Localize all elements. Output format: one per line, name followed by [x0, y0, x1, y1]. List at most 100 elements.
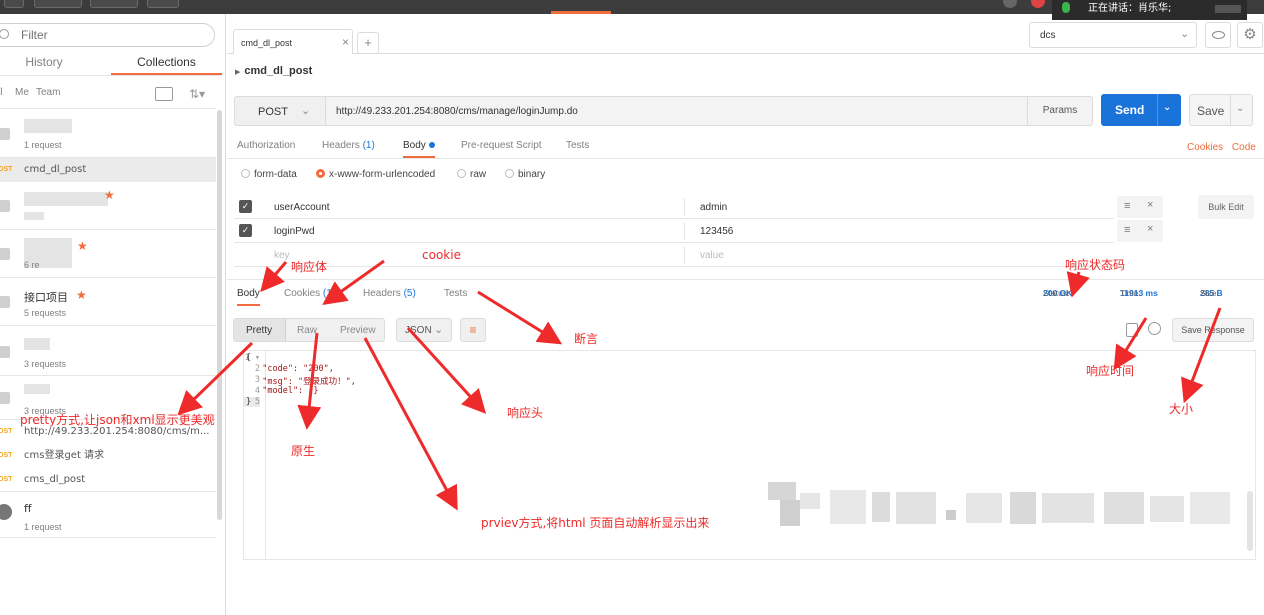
blurred-count	[24, 212, 44, 220]
url-input[interactable]: http://49.233.201.254:8080/cms/manage/lo…	[326, 96, 1028, 126]
radio-urlencoded[interactable]: x-www-form-urlencoded	[316, 169, 435, 180]
code-line: "code": "200",	[252, 364, 334, 374]
tab-response-tests[interactable]: Tests	[444, 284, 467, 306]
tab-tests[interactable]: Tests	[566, 136, 589, 158]
radio-binary[interactable]: binary	[505, 169, 545, 180]
copy-icon[interactable]	[1126, 323, 1138, 337]
sync-icon[interactable]	[1003, 0, 1017, 8]
new-collection-icon[interactable]	[155, 87, 173, 101]
tab-pre-request-script[interactable]: Pre-request Script	[461, 136, 542, 158]
chevron-down-icon[interactable]: ⌄	[1236, 103, 1244, 114]
star-icon[interactable]: ★	[76, 288, 87, 302]
menu-button[interactable]	[4, 0, 24, 8]
environment-quick-look-button[interactable]	[1205, 22, 1231, 48]
collection-list: 1 request OST cmd_dl_post ★ ★ 6 re 接口项目 …	[0, 110, 216, 538]
radio-form-data[interactable]: form-data	[241, 169, 297, 180]
editor-scrollbar[interactable]	[1247, 491, 1253, 551]
app-top-bar: 正在讲话：肖乐华;	[0, 0, 1264, 20]
cookies-link[interactable]: Cookies	[1187, 142, 1223, 153]
collection-item[interactable]: 3 requests	[0, 326, 216, 376]
collection-item[interactable]: ★	[0, 182, 216, 230]
tab-collections[interactable]: Collections	[111, 51, 222, 75]
method-badge: OST	[0, 166, 13, 173]
cookies-code-links: Cookies Code	[1187, 142, 1256, 153]
new-key-input[interactable]: key	[274, 250, 290, 261]
collection-item[interactable]: ★ 6 re	[0, 230, 216, 278]
filter-box[interactable]	[0, 23, 215, 47]
tab-headers[interactable]: Headers (1)	[322, 136, 375, 158]
param-value[interactable]: 123456	[700, 226, 733, 237]
folder-icon	[0, 392, 10, 404]
notification-icon[interactable]	[1031, 0, 1045, 8]
view-raw[interactable]: Raw	[297, 325, 317, 336]
format-value: JSON	[405, 325, 432, 336]
tab-authorization[interactable]: Authorization	[237, 136, 295, 158]
tab-history[interactable]: History	[0, 51, 88, 75]
star-icon[interactable]: ★	[77, 239, 88, 253]
tab-response-headers[interactable]: Headers (5)	[363, 284, 416, 306]
drag-handle-icon[interactable]: ≡	[1124, 200, 1130, 212]
param-row: ✓ loginPwd 123456	[234, 219, 1114, 243]
add-tab-button[interactable]: +	[357, 32, 379, 54]
param-key[interactable]: userAccount	[274, 202, 330, 213]
environment-select[interactable]: dcs ⌄	[1029, 22, 1197, 48]
request-item[interactable]: OST cms登录get 请求	[0, 444, 216, 468]
star-icon[interactable]: ★	[104, 188, 115, 202]
search-icon	[0, 29, 9, 39]
sort-icon[interactable]: ⇅▾	[189, 87, 207, 101]
collection-item-ff[interactable]: ff 1 request	[0, 492, 216, 538]
new-button[interactable]	[34, 0, 82, 8]
chevron-down-icon[interactable]: ⌄	[1163, 102, 1171, 113]
method-badge: OST	[0, 452, 13, 459]
request-title[interactable]: ▶ cmd_dl_post	[235, 65, 312, 77]
request-item[interactable]: OST cms_dl_post	[0, 468, 216, 492]
param-row-actions: ≡ ×	[1117, 196, 1163, 218]
drag-handle-icon[interactable]: ≡	[1124, 224, 1130, 236]
collection-item-interface-project[interactable]: 接口项目 ★ 5 requests	[0, 278, 216, 326]
wrap-lines-button[interactable]: ≡	[460, 318, 486, 342]
scope-team[interactable]: Team	[36, 87, 60, 98]
close-icon[interactable]: ×	[1147, 199, 1153, 211]
filter-input[interactable]	[21, 27, 201, 43]
view-preview[interactable]: Preview	[340, 325, 376, 336]
param-checkbox[interactable]: ✓	[239, 224, 252, 237]
save-button[interactable]: Save ⌄	[1189, 94, 1253, 126]
tab-response-body[interactable]: Body	[237, 284, 260, 306]
tab-body[interactable]: Body	[403, 136, 435, 158]
import-button[interactable]	[90, 0, 138, 8]
param-value[interactable]: admin	[700, 202, 727, 213]
save-response-button[interactable]: Save Response	[1172, 318, 1254, 342]
annotation-body: 响应体	[291, 260, 328, 274]
tab-cmd-dl-post[interactable]: cmd_dl_post ×	[233, 29, 353, 54]
param-row: ✓ userAccount admin	[234, 195, 1114, 219]
new-value-input[interactable]: value	[700, 250, 724, 261]
divider	[684, 246, 685, 264]
radio-raw[interactable]: raw	[457, 169, 486, 180]
scope-all[interactable]: ll	[0, 87, 2, 98]
annotation-cookie: cookie	[422, 248, 461, 262]
request-item-cmd-dl-post[interactable]: OST cmd_dl_post	[0, 158, 216, 182]
settings-button[interactable]: ⚙	[1237, 22, 1263, 48]
format-select[interactable]: JSON ⌄	[396, 318, 452, 342]
param-checkbox[interactable]: ✓	[239, 200, 252, 213]
response-subtabs: Body Cookies (1) Headers (5) Tests	[227, 284, 1264, 306]
response-body-editor[interactable]: 1 ▾ 2 3 4 5 { "code": "200", "msg": "登录成…	[243, 350, 1256, 560]
close-icon[interactable]: ×	[342, 35, 349, 49]
bulk-edit-button[interactable]: Bulk Edit	[1198, 195, 1254, 219]
runner-button[interactable]	[147, 0, 179, 8]
view-pretty[interactable]: Pretty	[246, 325, 272, 336]
code-link[interactable]: Code	[1232, 142, 1256, 153]
tab-response-cookies[interactable]: Cookies (1)	[284, 284, 335, 306]
scope-me[interactable]: Me	[15, 87, 29, 98]
method-select[interactable]: POST ⌄	[234, 96, 326, 126]
collection-item[interactable]: 1 request	[0, 110, 216, 158]
params-button[interactable]: Params	[1027, 96, 1093, 126]
param-key[interactable]: loginPwd	[274, 226, 315, 237]
send-button[interactable]: Send ⌄	[1101, 94, 1181, 126]
sidebar-scrollbar[interactable]	[217, 110, 222, 520]
search-icon[interactable]	[1148, 322, 1161, 335]
divider	[0, 75, 222, 76]
blurred-name	[24, 384, 50, 394]
close-icon[interactable]: ×	[1147, 223, 1153, 235]
collection-name: 接口项目	[24, 291, 68, 304]
